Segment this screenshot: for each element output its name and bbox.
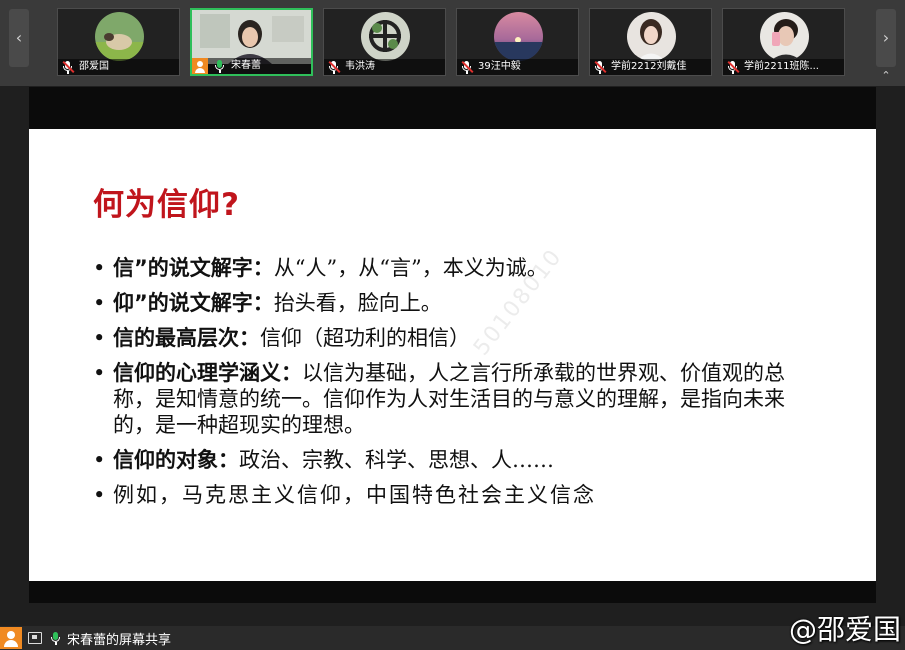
mic-muted-icon [726,60,740,74]
bullet-item: 信的最高层次：信仰（超功利的相信） [91,325,811,351]
participant-tile[interactable]: 邵爱国 [57,8,180,76]
scroll-right-button[interactable]: › [876,9,896,67]
participant-name: 邵爱国 [79,61,109,72]
bullet-head: 信仰的心理学涵义： [113,361,302,385]
bullet-item: 信仰的心理学涵义：以信为基础，人之言行所承载的世界观、价值观的总称，是知情意的统… [91,360,811,438]
share-status-bar: 宋春蕾的屏幕共享 [0,626,905,650]
participant-tile[interactable]: 39汪中毅 [456,8,579,76]
mic-muted-icon [327,60,341,74]
bullet-body: 例如，马克思主义信仰，中国特色社会主义信念 [113,483,596,507]
mic-muted-icon [460,60,474,74]
bullet-head: 信仰的对象： [113,448,239,472]
slide-top-band [29,87,876,129]
participant-avatar [760,12,809,61]
mic-muted-icon [593,60,607,74]
corner-watermark: @邵爱国 [788,613,901,646]
participant-name: 学前2212刘戴佳 [611,61,687,72]
participant-tile-active[interactable]: 宋春蕾 [190,8,313,76]
bullet-body: 政治、宗教、科学、思想、人…… [239,448,554,472]
host-icon [192,58,208,74]
participant-avatar [627,12,676,61]
participant-tile[interactable]: 韦洪涛 [323,8,446,76]
participant-tile[interactable]: 学前2212刘戴佳 [589,8,712,76]
bullet-head: 信的最高层次： [113,326,260,350]
participant-video [192,10,311,64]
mic-muted-icon [61,60,75,74]
bullet-head: 仰”的说文解字： [113,291,274,315]
mic-active-icon [213,59,227,73]
user-icon[interactable] [0,627,22,649]
bullet-item: 仰”的说文解字：抬头看，脸向上。 [91,290,811,316]
slide-title: 何为信仰? [93,187,240,223]
bullet-body: 抬头看，脸向上。 [273,291,442,315]
participant-avatar [95,12,144,61]
bullet-body: 从“人”，从“言”，本义为诚。 [273,256,548,280]
participant-name: 宋春蕾 [231,60,261,71]
screen-share-icon [28,632,42,644]
participant-name: 学前2211班陈... [744,61,819,72]
slide-bullet-list: 信”的说文解字：从“人”，从“言”，本义为诚。 仰”的说文解字：抬头看，脸向上。… [91,255,811,517]
bullet-item: 信仰的对象：政治、宗教、科学、思想、人…… [91,447,811,473]
bullet-item: 例如，马克思主义信仰，中国特色社会主义信念 [91,482,811,508]
bullet-body: 信仰（超功利的相信） [260,326,470,350]
participant-avatar [361,12,410,61]
bullet-item: 信”的说文解字：从“人”，从“言”，本义为诚。 [91,255,811,281]
participant-name: 39汪中毅 [478,61,521,72]
scroll-left-button[interactable]: ‹ [9,9,29,67]
share-status-text: 宋春蕾的屏幕共享 [67,632,172,648]
participant-strip: ‹ 邵爱国 宋春蕾 韦洪涛 39汪中毅 学前2212刘戴佳 学前2211班陈..… [0,0,905,86]
slide-bottom-band [29,581,876,603]
participant-tile[interactable]: 学前2211班陈... [722,8,845,76]
participant-avatar [494,12,543,61]
mic-active-icon [49,631,63,645]
participant-name: 韦洪涛 [345,61,375,72]
shared-screen: 何为信仰? 50108010 信”的说文解字：从“人”，从“言”，本义为诚。 仰… [29,87,876,603]
collapse-strip-button[interactable]: ⌃ [876,69,896,83]
bullet-head: 信”的说文解字： [113,256,274,280]
